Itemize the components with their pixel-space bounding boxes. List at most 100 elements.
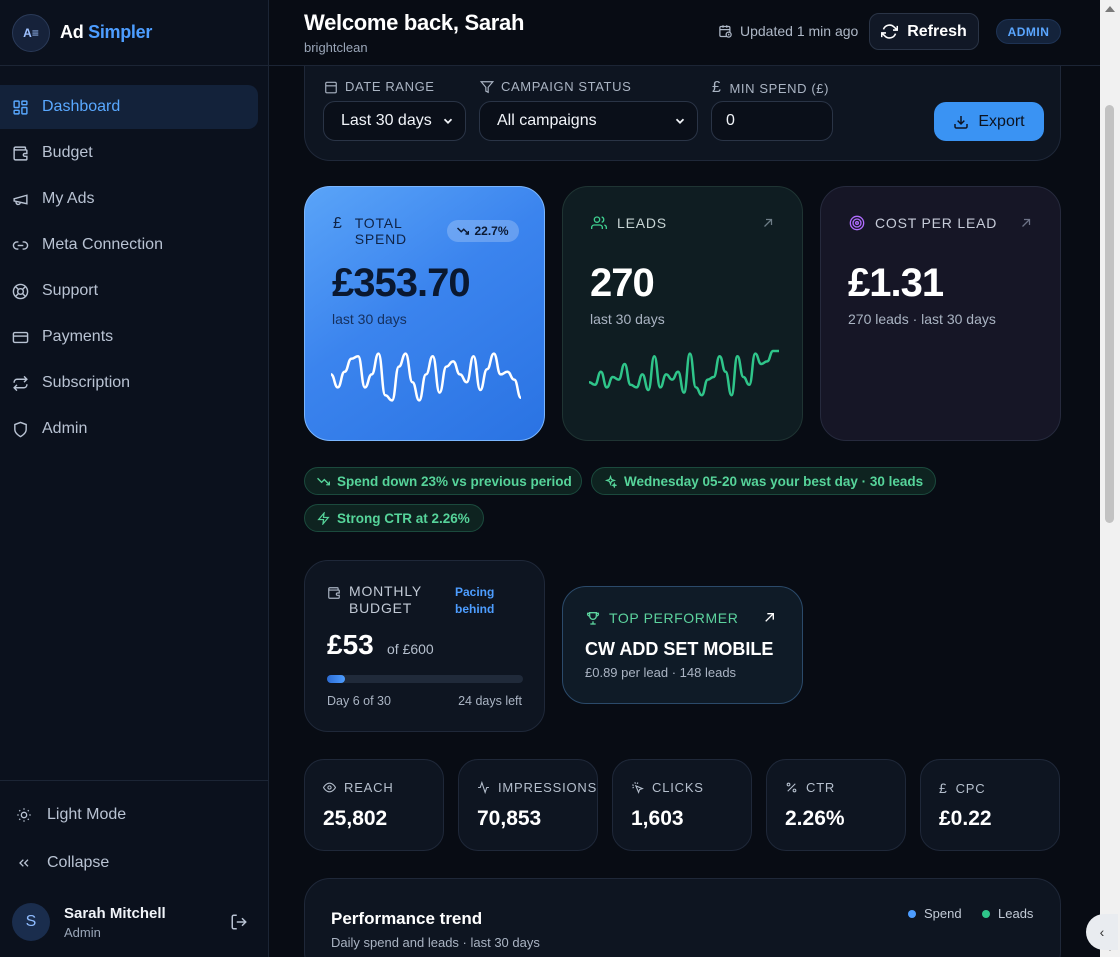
legend-dot [908,909,916,918]
shield-icon [14,421,27,437]
credit-card-icon [12,331,29,343]
kpi-leads-label: LEADS [591,215,667,231]
sidebar-item-admin[interactable]: Admin [0,407,258,451]
user-info: Sarah Mitchell Admin [64,905,166,940]
metric-label-text: CTR [806,780,836,795]
sparkline-path [331,352,521,402]
brand-logo: A≡ [12,13,50,52]
sidebar-item-meta-connection[interactable]: Meta Connection [0,223,258,267]
export-button[interactable]: Export [934,102,1044,141]
leads-sparkline [589,349,779,397]
budget-spent: £53 [327,629,374,660]
budget-label: MONTHLY BUDGET [327,583,429,617]
chevron-down-icon [675,118,685,124]
sidebar-item-subscription[interactable]: Subscription [0,361,258,405]
insight-text: Spend down 23% vs previous period [337,473,572,489]
top-header: Welcome back, Sarah brightclean Updated … [269,0,1100,66]
eye-icon [323,782,336,793]
budget-progress-track [327,675,523,683]
sun-icon [17,808,31,822]
arrow-up-right-icon [1022,218,1031,227]
sidebar-item-budget[interactable]: Budget [0,131,258,175]
insight-chip: Strong CTR at 2.26% [304,504,484,532]
performance-trend-card: Performance trend Daily spend and leads … [304,878,1061,957]
kpi-total-spend[interactable]: £ TOTAL SPEND 22.7% £353.70 last 30 days [304,186,545,441]
sparkline-path [589,349,779,397]
top-performer-label-text: TOP PERFORMER [609,610,739,626]
trend-value: 22.7% [474,224,509,238]
budget-label-text: MONTHLY BUDGET [349,583,422,616]
lifebuoy-icon [12,283,29,299]
refresh-button[interactable]: Refresh [869,13,979,50]
top-performer-name: CW ADD SET MOBILE [585,639,774,659]
top-performer-label: TOP PERFORMER [585,610,738,626]
brand[interactable]: A≡ Ad Simpler [0,0,268,66]
date-range-label-text: DATE RANGE [345,79,435,94]
repeat-icon [13,375,28,391]
logout-icon[interactable] [230,913,248,931]
chevron-left-icon: ‹ [1099,924,1105,940]
min-spend-label: £ MIN SPEND (£) [712,79,829,97]
avatar: S [12,903,50,941]
scrollbar-thumb[interactable] [1105,105,1114,523]
percent-icon [786,782,797,793]
min-spend-label-text: MIN SPEND (£) [729,80,830,96]
metric-ctr: CTR 2.26% [766,759,906,851]
filters-bar: DATE RANGE Last 30 days CAMPAIGN STATUS … [304,55,1061,161]
metric-label: CTR [785,780,835,795]
sidebar-item-payments[interactable]: Payments [0,315,258,359]
metric-reach: REACH 25,802 [304,759,444,851]
sidebar-item-support[interactable]: Support [0,269,258,313]
performance-title: Performance trend [331,909,483,928]
metric-value: £0.22 [939,807,992,830]
budget-total: of £600 [387,641,434,657]
kpi-spend-label: £ TOTAL SPEND [333,215,423,247]
activity-icon [478,781,489,794]
wallet-icon [13,145,28,161]
sidebar-item-label: My Ads [42,190,95,207]
budget-day: Day 6 of 30 [327,694,391,708]
kpi-cpl-label-text: COST PER LEAD [875,215,998,231]
metric-value: 1,603 [631,807,684,830]
date-range-label: DATE RANGE [324,79,435,94]
pound-icon: £ [712,79,722,96]
pound-icon: £ [333,215,343,232]
metric-label-text: CPC [955,780,986,796]
kpi-leads-label-text: LEADS [617,215,667,231]
page-scrollbar[interactable] [1100,0,1120,957]
top-performer-card[interactable]: TOP PERFORMER CW ADD SET MOBILE £0.89 pe… [562,586,803,704]
scroll-up-arrow-icon[interactable] [1105,6,1115,12]
light-mode-toggle[interactable]: Light Mode [0,791,268,839]
kpi-leads[interactable]: LEADS 270 last 30 days [562,186,803,441]
metric-label-text: IMPRESSIONS [498,780,598,795]
collapse-button[interactable]: Collapse [0,839,268,887]
campaign-status-select[interactable]: All campaigns [479,101,698,141]
min-spend-input[interactable]: 0 [711,101,833,141]
sidebar-item-label: Support [42,282,99,299]
date-range-select[interactable]: Last 30 days [323,101,466,141]
kpi-cost-per-lead[interactable]: COST PER LEAD £1.31 270 leads · last 30 … [820,186,1061,441]
legend-label: Leads [998,906,1034,921]
user-name: Sarah Mitchell [64,904,166,922]
sidebar-item-dashboard[interactable]: Dashboard [0,85,258,129]
metric-label: IMPRESSIONS [477,780,597,795]
kpi-leads-value: 270 [590,261,655,305]
metric-label: REACH [323,780,394,795]
metric-impressions: IMPRESSIONS 70,853 [458,759,598,851]
user-profile[interactable]: S Sarah Mitchell Admin [0,887,268,957]
chevrons-left-icon [19,859,29,867]
kpi-leads-sub: last 30 days [590,311,665,327]
legend-item-spend: Spend [908,906,962,921]
side-panel-toggle[interactable]: ‹ [1086,914,1118,950]
arrow-up-right-icon [764,218,773,227]
chevron-down-icon [443,118,453,124]
arrow-up-right-icon[interactable] [763,611,776,624]
last-updated-text: Updated 1 min ago [740,23,859,39]
spend-sparkline [331,352,521,402]
metric-label-text: REACH [344,780,394,795]
metric-value: 70,853 [477,807,542,830]
sidebar-item-my-ads[interactable]: My Ads [0,177,258,221]
users-icon [591,216,607,229]
monthly-budget-card[interactable]: MONTHLY BUDGET Pacing behind £53 of £600… [304,560,545,732]
metric-value: 2.26% [785,807,845,830]
